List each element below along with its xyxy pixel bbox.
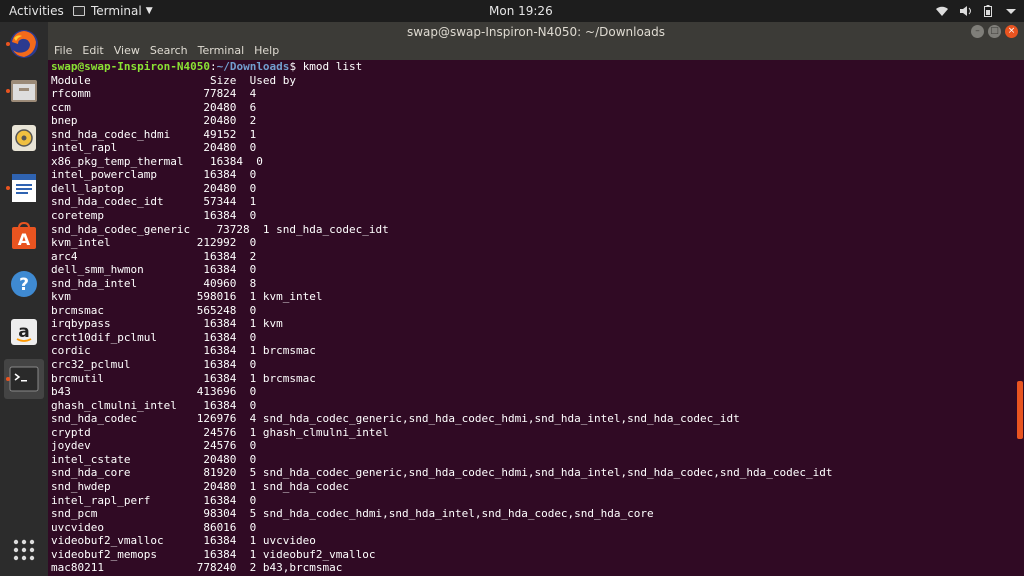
output-line: dell_smm_hwmon 16384 0 — [51, 263, 257, 277]
output-lines: Module Size Used by rfcomm 77824 4 ccm 204… — [51, 74, 1013, 575]
output-line: cordic 16384 1 brcmsmac — [51, 344, 316, 358]
output-line: kvm 598016 1 kvm_intel — [51, 290, 323, 304]
dock-writer[interactable] — [4, 168, 44, 208]
output-line: snd_pcm 98304 5 snd_hda_codec_hdmi,snd_h… — [51, 507, 654, 521]
menu-view[interactable]: View — [109, 42, 145, 60]
output-line: ghash_clmulni_intel 16384 0 — [51, 398, 257, 412]
output-line: brcmsmac 565248 0 — [51, 303, 257, 317]
dock: A ? a — [0, 22, 48, 576]
menu-search[interactable]: Search — [145, 42, 193, 60]
output-line: mac80211 778240 2 b43,brcmsmac — [51, 561, 343, 575]
output-line: coretemp 16384 0 — [51, 209, 257, 223]
activities-button[interactable]: Activities — [9, 0, 64, 22]
battery-icon — [984, 5, 992, 17]
scrollbar[interactable] — [1013, 60, 1024, 576]
show-applications-button[interactable] — [4, 530, 44, 570]
close-icon[interactable]: × — [1005, 25, 1018, 38]
terminal-window: swap@swap-Inspiron-N4050: ~/Downloads – … — [48, 22, 1024, 576]
prompt-colon: : — [209, 60, 217, 73]
output-line: intel_rapl 20480 0 — [51, 141, 257, 155]
running-indicator — [6, 377, 10, 381]
window-controls: – □ × — [971, 25, 1018, 38]
terminal-icon — [9, 366, 39, 392]
top-bar: Activities Terminal ▼ Mon 19:26 — [0, 0, 1024, 22]
amazon-icon: a — [11, 319, 37, 345]
output-line: uvcvideo 86016 0 — [51, 520, 257, 534]
output-line: crc32_pclmul 16384 0 — [51, 358, 257, 372]
output-line: kvm_intel 212992 0 — [51, 236, 257, 250]
help-icon: ? — [11, 271, 37, 297]
files-icon — [11, 80, 37, 102]
prompt-line: swap@swap-Inspiron-N4050:~/Downloads$ km… — [51, 60, 1013, 74]
output-line: snd_hda_codec_generic 73728 1 snd_hda_co… — [51, 222, 389, 236]
dock-help[interactable]: ? — [4, 264, 44, 304]
output-line: irqbypass 16384 1 kvm — [51, 317, 283, 331]
dock-firefox[interactable] — [4, 24, 44, 64]
svg-text:A: A — [18, 230, 31, 249]
output-line: snd_hda_codec 126976 4 snd_hda_codec_gen… — [51, 412, 740, 426]
dock-software[interactable]: A — [4, 216, 44, 256]
terminal-output[interactable]: swap@swap-Inspiron-N4050:~/Downloads$ km… — [48, 60, 1013, 576]
window-titlebar[interactable]: swap@swap-Inspiron-N4050: ~/Downloads – … — [48, 22, 1024, 42]
output-line: snd_hda_codec_hdmi 49152 1 — [51, 127, 257, 141]
output-line: intel_rapl_perf 16384 0 — [51, 493, 257, 507]
output-line: cryptd 24576 1 ghash_clmulni_intel — [51, 425, 389, 439]
output-line: Module Size Used by — [51, 73, 297, 87]
running-indicator — [6, 42, 10, 46]
output-line: x86_pkg_temp_thermal 16384 0 — [51, 154, 263, 168]
output-line: snd_hda_codec_idt 57344 1 — [51, 195, 257, 209]
menu-file[interactable]: File — [48, 42, 77, 60]
wifi-icon — [936, 6, 948, 16]
prompt-user: swap@swap-Inspiron-N4050 — [51, 60, 210, 73]
running-indicator — [6, 186, 10, 190]
svg-text:a: a — [18, 322, 29, 342]
dock-rhythmbox[interactable] — [4, 118, 44, 158]
output-line: arc4 16384 2 — [51, 249, 257, 263]
system-tray[interactable] — [936, 0, 1016, 22]
terminal-icon — [73, 6, 85, 16]
output-line: dell_laptop 20480 0 — [51, 181, 257, 195]
menu-edit[interactable]: Edit — [77, 42, 108, 60]
output-line: videobuf2_memops 16384 1 videobuf2_vmall… — [51, 547, 376, 561]
dock-amazon[interactable]: a — [4, 312, 44, 352]
prompt-command: kmod list — [302, 60, 363, 73]
output-line: snd_hwdep 20480 1 snd_hda_codec — [51, 479, 350, 493]
output-line: joydev 24576 0 — [51, 439, 257, 453]
software-icon: A — [12, 221, 36, 249]
app-menu[interactable]: Terminal ▼ — [73, 0, 153, 22]
scrollbar-thumb[interactable] — [1017, 381, 1023, 439]
writer-icon — [12, 174, 36, 202]
dock-files[interactable] — [4, 71, 44, 111]
app-menu-label: Terminal — [91, 4, 142, 18]
prompt-dollar: $ — [289, 60, 303, 73]
output-line: crct10dif_pclmul 16384 0 — [51, 330, 257, 344]
output-line: videobuf2_vmalloc 16384 1 uvcvideo — [51, 534, 316, 548]
rhythmbox-icon — [12, 125, 36, 151]
output-line: intel_powerclamp 16384 0 — [51, 168, 257, 182]
output-line: ccm 20480 6 — [51, 100, 257, 114]
menu-bar: File Edit View Search Terminal Help — [48, 42, 1024, 60]
maximize-icon[interactable]: □ — [988, 25, 1001, 38]
prompt-path: ~/Downloads — [216, 60, 290, 73]
system-menu-chevron-icon — [1006, 8, 1016, 14]
output-line: snd_hda_intel 40960 8 — [51, 276, 257, 290]
chevron-down-icon: ▼ — [145, 6, 153, 16]
output-line: b43 413696 0 — [51, 385, 257, 399]
dock-terminal[interactable] — [4, 359, 44, 399]
output-line: brcmutil 16384 1 brcmsmac — [51, 371, 316, 385]
firefox-icon — [10, 30, 38, 58]
svg-text:?: ? — [19, 275, 29, 295]
output-line: snd_hda_core 81920 5 snd_hda_codec_gener… — [51, 466, 833, 480]
running-indicator — [6, 89, 10, 93]
volume-icon — [960, 6, 971, 16]
menu-help[interactable]: Help — [249, 42, 284, 60]
menu-terminal[interactable]: Terminal — [193, 42, 250, 60]
output-line: rfcomm 77824 4 — [51, 87, 257, 101]
minimize-icon[interactable]: – — [971, 25, 984, 38]
window-title: swap@swap-Inspiron-N4050: ~/Downloads — [406, 25, 666, 39]
output-line: intel_cstate 20480 0 — [51, 452, 257, 466]
show-applications-icon — [13, 539, 35, 561]
output-line: bnep 20480 2 — [51, 114, 257, 128]
clock[interactable]: Mon 19:26 — [489, 0, 553, 22]
